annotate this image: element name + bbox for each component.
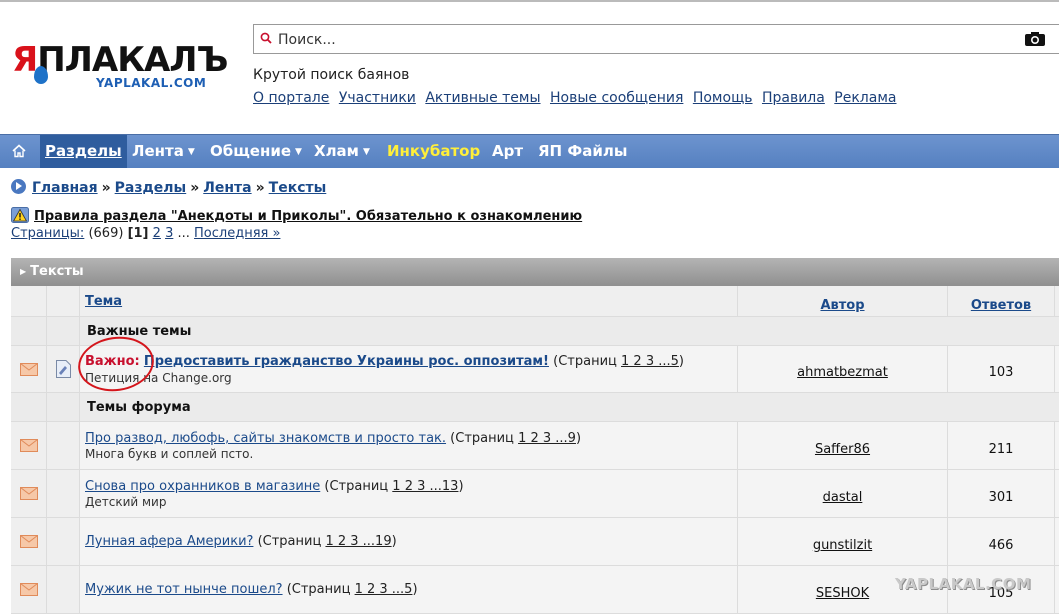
current-page: [1]: [127, 226, 149, 241]
topic-author-link[interactable]: Saffer86: [815, 442, 870, 457]
top-border: [0, 0, 1059, 2]
header-author[interactable]: Автор: [820, 298, 864, 313]
table-row-important: Важно: Предоставить гражданство Украины …: [11, 346, 1059, 393]
link-rules[interactable]: Правила: [762, 90, 825, 106]
watermark: YAPLAKAL.COM: [895, 575, 1032, 593]
play-circle-icon: [11, 179, 26, 194]
nav-files[interactable]: ЯП Файлы: [538, 135, 627, 168]
topic-title-link[interactable]: Лунная афера Америки?: [85, 534, 253, 549]
pages-count: (669): [88, 226, 124, 241]
topic-author-link[interactable]: SESHOK: [816, 586, 869, 601]
chevron-down-icon: ▼: [295, 147, 302, 157]
envelope-icon: [20, 363, 38, 376]
envelope-icon: [20, 583, 38, 596]
breadcrumb-main[interactable]: Главная: [32, 180, 98, 196]
link-about[interactable]: О портале: [253, 90, 329, 106]
search-input[interactable]: [276, 28, 1020, 52]
search-icon[interactable]: [260, 32, 272, 44]
last-page-link[interactable]: Последняя »: [194, 226, 280, 241]
topic-title-link[interactable]: Про развод, любофь, сайты знакомств и пр…: [85, 431, 446, 446]
top-links: О портале Участники Активные темы Новые …: [253, 90, 901, 106]
search-tagline: Крутой поиск баянов: [253, 67, 410, 83]
topic-title-link[interactable]: Снова про охранников в магазине: [85, 479, 320, 494]
warning-icon: [11, 207, 29, 223]
camera-icon[interactable]: [1024, 31, 1046, 47]
link-new-messages[interactable]: Новые сообщения: [550, 90, 683, 106]
group-row-important: Важные темы: [11, 317, 1059, 346]
group-row-forum: Темы форума: [11, 393, 1059, 422]
page-link-2[interactable]: 2: [153, 226, 161, 241]
section-header[interactable]: ▶ Тексты: [11, 258, 1059, 286]
main-nav: Разделы Лента ▼ Общение ▼ Хлам ▼ Инкубатор …: [0, 134, 1059, 168]
pages-ellipsis: ...: [177, 226, 190, 241]
header-answers[interactable]: Ответов: [971, 298, 1031, 313]
table-row: Снова про охранников в магазине (Страниц…: [11, 470, 1059, 518]
topic-author-link[interactable]: dastal: [823, 490, 863, 505]
topic-pages-links[interactable]: 1 2 3 ...5: [355, 582, 413, 597]
topic-answers: 301: [988, 490, 1014, 505]
topic-title-link[interactable]: Мужик не тот нынче пошел?: [85, 582, 283, 597]
rules-notice: Правила раздела "Анекдоты и Приколы". Об…: [11, 207, 582, 224]
envelope-icon: [20, 487, 38, 500]
pages-label[interactable]: Страницы:: [11, 226, 84, 241]
topic-pages-links[interactable]: 1 2 3 ...5: [621, 354, 679, 369]
chevron-down-icon: ▼: [362, 147, 370, 157]
table-header-row: Тема Автор Ответов: [11, 286, 1059, 317]
topic-answers: 211: [988, 442, 1014, 457]
table-row: Про развод, любофь, сайты знакомств и пр…: [11, 422, 1059, 470]
envelope-icon: [20, 535, 38, 548]
site-logo[interactable]: ЯПЛАКАЛЪ YAPLAKAL.COM: [12, 40, 232, 102]
link-active-topics[interactable]: Активные темы: [425, 90, 540, 106]
topic-answers: 103: [988, 365, 1014, 380]
header-topic[interactable]: Тема: [85, 294, 122, 309]
nav-sections[interactable]: Разделы: [40, 135, 127, 168]
topic-pages-links[interactable]: 1 2 3 ...9: [518, 431, 576, 446]
page-link-3[interactable]: 3: [165, 226, 173, 241]
rules-link[interactable]: Правила раздела "Анекдоты и Приколы". Об…: [34, 209, 582, 224]
table-row: Лунная афера Америки? (Страниц 1 2 3 ...…: [11, 518, 1059, 566]
logo-subtitle: YAPLAKAL.COM: [96, 76, 207, 90]
breadcrumb: Главная» Разделы» Лента» Тексты: [11, 179, 326, 196]
nav-chat[interactable]: Общение ▼: [210, 135, 302, 168]
topic-subtitle: Детский мир: [85, 495, 167, 509]
logo-tear-drop: [34, 66, 48, 84]
nav-feed[interactable]: Лента ▼: [132, 135, 195, 168]
topic-author-link[interactable]: gunstilzit: [813, 538, 872, 553]
envelope-icon: [20, 439, 38, 452]
nav-art[interactable]: Арт: [492, 135, 523, 168]
topic-answers: 466: [988, 538, 1014, 553]
nav-junk[interactable]: Хлам ▼: [314, 135, 370, 168]
breadcrumb-texts[interactable]: Тексты: [269, 180, 327, 196]
link-help[interactable]: Помощь: [693, 90, 753, 106]
collapse-arrow-icon: ▶: [20, 267, 27, 276]
breadcrumb-feed[interactable]: Лента: [203, 180, 251, 196]
topic-subtitle: Многа букв и соплей псто.: [85, 447, 254, 461]
topic-pages-links[interactable]: 1 2 3 ...13: [392, 479, 458, 494]
search-box: [253, 24, 1059, 54]
topic-pages-links[interactable]: 1 2 3 ...19: [325, 534, 391, 549]
pinned-document-icon: [56, 360, 71, 378]
nav-incubator[interactable]: Инкубатор: [387, 135, 480, 168]
pagination: Страницы: (669) [1] 2 3 ... Последняя »: [11, 226, 280, 241]
chevron-down-icon: ▼: [187, 147, 195, 157]
home-icon[interactable]: [12, 144, 26, 158]
link-members[interactable]: Участники: [339, 90, 416, 106]
breadcrumb-sections[interactable]: Разделы: [115, 180, 187, 196]
link-ads[interactable]: Реклама: [834, 90, 896, 106]
topic-title-link[interactable]: Предоставить гражданство Украины рос. оп…: [144, 354, 549, 369]
topic-author-link[interactable]: ahmatbezmat: [797, 365, 888, 380]
